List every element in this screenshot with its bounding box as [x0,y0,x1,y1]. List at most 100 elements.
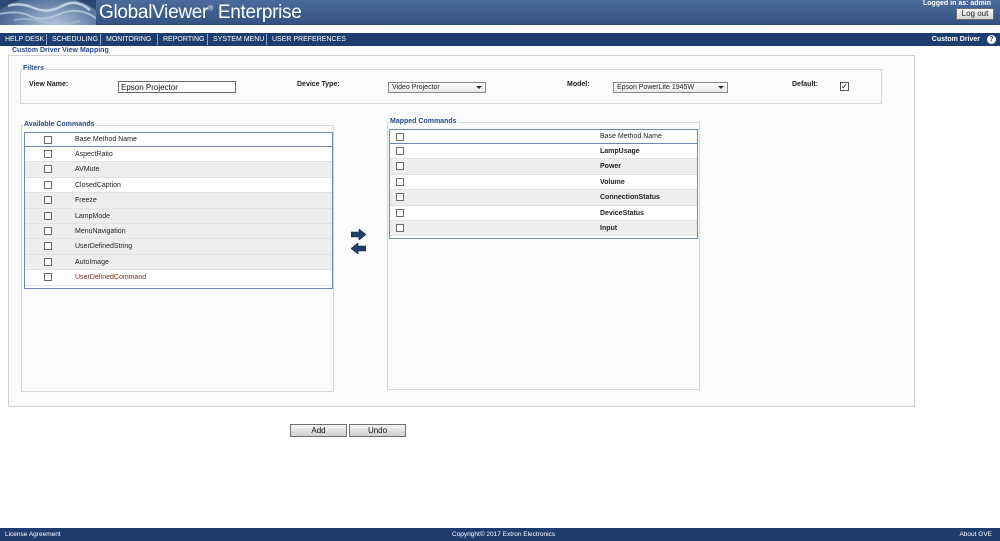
help-icon[interactable]: ? [987,35,996,44]
command-name: LampUsage [600,148,640,155]
nav-item-reporting[interactable]: REPORTING [163,33,205,46]
trademark-mark: ® [208,5,213,13]
command-name: AutoImage [75,258,109,266]
nav-item-user-preferences[interactable]: USER PREFERENCES [272,33,346,46]
model-select[interactable]: Epson PowerLite 1945W [613,82,728,93]
command-name: ClosedCaption [75,181,121,189]
mapped-commands-table: Base Method Name LampUsage Power Volume … [389,129,698,239]
model-label: Model: [567,81,590,88]
row-checkbox[interactable] [396,208,404,217]
row-checkbox[interactable] [44,226,52,235]
command-name: DeviceStatus [600,209,644,217]
row-checkbox[interactable] [44,242,52,251]
default-label: Default: [792,81,819,88]
command-name: MenuNavigation [75,227,126,235]
device-type-select[interactable]: Video Projector [388,82,486,93]
command-name: AspectRatio [75,151,113,158]
chevron-down-icon [718,86,724,89]
table-row[interactable]: AspectRatio [25,147,332,163]
nav-separator [46,34,47,45]
arrow-left-icon[interactable] [350,242,367,256]
table-row[interactable]: UserDefinedCommand [25,270,332,286]
device-type-label: Device Type: [297,81,340,88]
license-agreement-link[interactable]: License Agreement [5,528,61,541]
app-title-suffix: Enterprise [217,2,302,23]
row-checkbox[interactable] [44,150,52,158]
filters-legend: Filters [22,65,46,72]
row-checkbox[interactable] [44,273,52,282]
main-nav: HELP DESK SCHEDULING MONITORING REPORTIN… [0,33,1000,46]
command-name: UserDefinedCommand [75,274,147,282]
page-title: Custom Driver View Mapping [12,47,109,54]
table-row[interactable]: Power [390,159,697,175]
command-name: AVMute [75,166,100,174]
default-checkbox[interactable]: ✓ [840,82,849,91]
select-all-available-checkbox[interactable] [44,136,52,144]
select-all-mapped-checkbox[interactable] [396,133,404,141]
copyright-text: Copyright© 2017 Extron Electronics [452,531,556,538]
nav-item-help-desk[interactable]: HELP DESK [5,33,44,46]
app-title: GlobalViewer® Enterprise [99,2,302,24]
table-row[interactable]: Volume [390,175,697,191]
row-checkbox[interactable] [396,147,404,155]
table-row[interactable]: LampMode [25,208,332,224]
command-name: Volume [600,178,625,186]
row-checkbox[interactable] [396,162,404,171]
nav-item-scheduling[interactable]: SCHEDULING [52,33,98,46]
current-section-label: Custom Driver [931,36,980,43]
table-row[interactable]: Freeze [25,193,332,209]
command-name: ConnectionStatus [600,194,660,202]
device-type-value: Video Projector [392,84,440,91]
about-link[interactable]: About GVE [959,528,992,541]
mapped-commands-legend: Mapped Commands [389,118,458,125]
row-checkbox[interactable] [44,211,52,220]
table-row[interactable]: ConnectionStatus [390,190,697,206]
row-checkbox[interactable] [44,180,52,189]
command-name: Freeze [75,197,97,205]
available-commands-legend: Available Commands [23,121,96,128]
row-checkbox[interactable] [396,223,404,232]
table-row[interactable]: MenuNavigation [25,223,332,240]
logged-in-status: Logged in as: admin [922,0,991,7]
add-button[interactable]: Add [290,424,347,437]
undo-button[interactable]: Undo [349,424,406,437]
table-header-row: Base Method Name [25,133,332,147]
command-name: LampMode [75,212,111,220]
nav-separator [157,34,158,45]
table-row[interactable]: Input [390,220,697,237]
command-name: UserDefinedString [75,243,133,251]
globe-logo-icon [0,0,96,25]
table-row[interactable]: AutoImage [25,254,332,271]
table-row[interactable]: ClosedCaption [25,178,332,194]
table-row[interactable]: AVMute [25,162,332,178]
command-name: Power [600,163,622,171]
row-checkbox[interactable] [44,165,52,174]
table-row[interactable]: DeviceStatus [390,206,697,221]
column-header-base-method: Base Method Name [75,136,137,143]
view-name-label: View Name: [29,81,69,88]
app-title-main: GlobalViewer [99,2,209,23]
command-name: Input [600,224,618,232]
arrow-right-icon[interactable] [350,228,367,242]
logout-button[interactable]: Log out [956,8,994,20]
table-row[interactable]: UserDefinedString [25,239,332,255]
nav-separator [266,34,267,45]
view-name-input[interactable] [118,81,236,93]
app-header: GlobalViewer® Enterprise Logged in as: a… [0,0,1000,25]
table-row[interactable]: LampUsage [390,144,697,160]
nav-item-system-menu[interactable]: SYSTEM MENU [213,33,264,46]
checkmark-icon: ✓ [841,82,848,91]
row-checkbox[interactable] [396,193,404,202]
nav-separator [207,34,208,45]
row-checkbox[interactable] [396,177,404,186]
row-checkbox[interactable] [44,257,52,266]
model-value: Epson PowerLite 1945W [617,84,695,91]
nav-item-monitoring[interactable]: MONITORING [106,33,151,46]
available-commands-table: Base Method Name AspectRatio AVMute Clos… [24,132,333,289]
column-header-base-method: Base Method Name [600,133,662,140]
chevron-down-icon [476,86,482,89]
nav-separator [100,34,101,45]
footer: License Agreement Copyright© 2017 Extron… [0,528,1000,541]
row-checkbox[interactable] [44,196,52,205]
table-header-row: Base Method Name [390,130,697,144]
